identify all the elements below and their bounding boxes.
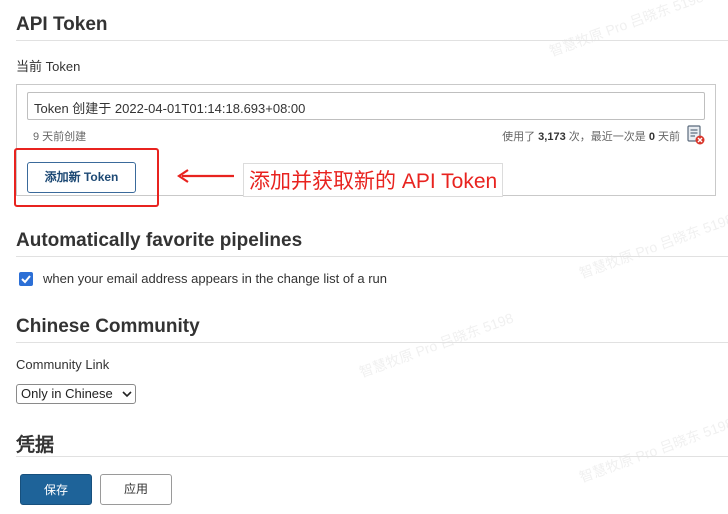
watermark: 智慧牧原 Pro 吕晓东 5198 bbox=[357, 309, 516, 381]
usage-suffix: 天前 bbox=[654, 131, 680, 143]
token-created-ago: 9 天前创建 bbox=[33, 131, 87, 143]
revoke-token-icon[interactable] bbox=[687, 125, 705, 145]
usage-prefix: 使用了 bbox=[502, 131, 539, 143]
watermark: 智慧牧原 Pro 吕晓东 5198 bbox=[577, 414, 728, 486]
current-token-label: 当前 Token bbox=[16, 59, 81, 74]
annotation-label: 添加并获取新的 API Token bbox=[243, 163, 504, 197]
divider bbox=[16, 342, 728, 343]
api-token-heading: API Token bbox=[16, 14, 108, 35]
checkmark-icon bbox=[21, 275, 31, 284]
credentials-heading: 凭据 bbox=[16, 435, 55, 456]
annotation-arrow-icon bbox=[177, 169, 234, 183]
apply-button[interactable]: 应用 bbox=[100, 474, 172, 505]
auto-favorite-heading: Automatically favorite pipelines bbox=[16, 230, 303, 251]
watermark: 智慧牧原 Pro 吕晓东 5198 bbox=[577, 210, 728, 282]
divider bbox=[16, 40, 728, 41]
chinese-community-heading: Chinese Community bbox=[16, 316, 200, 337]
watermark: 智慧牧原 Pro 吕晓东 5198 bbox=[547, 0, 706, 60]
user-config-page: 智慧牧原 Pro 吕晓东 5198 智慧牧原 Pro 吕晓东 5198 智慧牧原… bbox=[0, 0, 728, 514]
token-field[interactable]: Token 创建于 2022-04-01T01:14:18.693+08:00 bbox=[27, 92, 705, 120]
usage-middle: 次，最近一次是 bbox=[565, 131, 649, 143]
token-usage-stats: 使用了 3,173 次，最近一次是 0 天前 bbox=[502, 128, 680, 144]
divider bbox=[16, 456, 728, 457]
auto-favorite-label: when your email address appears in the c… bbox=[43, 271, 387, 286]
chevron-down-icon bbox=[122, 391, 132, 398]
divider bbox=[16, 256, 728, 257]
add-new-token-button[interactable]: 添加新 Token bbox=[27, 162, 136, 193]
select-value: Only in Chinese bbox=[21, 386, 113, 401]
community-link-label: Community Link bbox=[16, 357, 110, 372]
usage-count: 3,173 bbox=[538, 131, 566, 143]
auto-favorite-checkbox[interactable] bbox=[19, 272, 33, 286]
community-link-select[interactable]: Only in Chinese bbox=[16, 384, 136, 404]
save-button[interactable]: 保存 bbox=[20, 474, 92, 505]
